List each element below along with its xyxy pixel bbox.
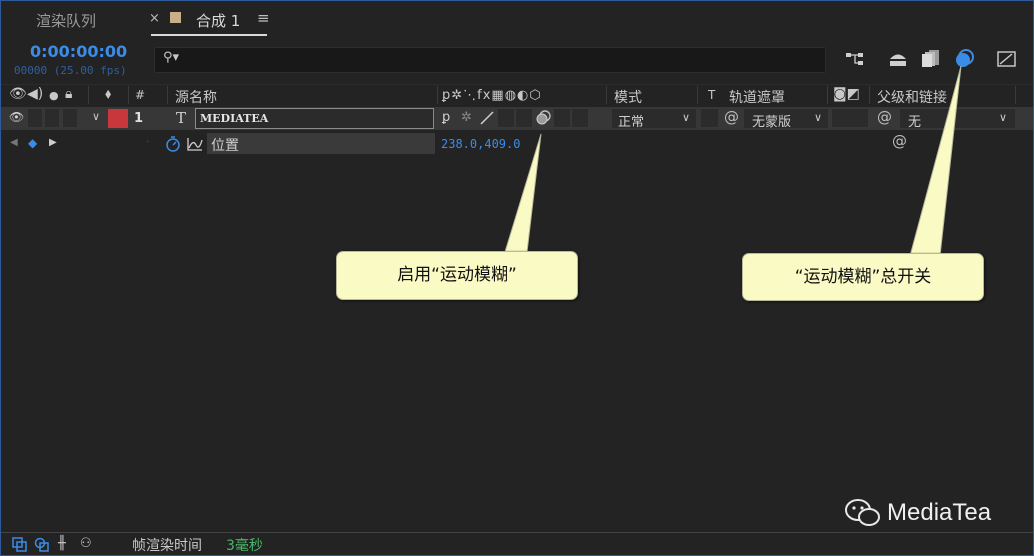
wechat-logo-icon <box>845 499 880 526</box>
callout-enable-motion-blur: 启用“运动模糊” <box>336 251 578 300</box>
frame-render-label: 帧渲染时间 <box>132 538 202 554</box>
frame-render-value: 3毫秒 <box>226 538 263 554</box>
toggle-transfer-controls-icon[interactable] <box>34 537 50 553</box>
render-time-icon[interactable]: ⚇ <box>80 536 92 551</box>
watermark-text: MediaTea <box>887 499 992 526</box>
toggle-switches-icon[interactable] <box>12 537 28 553</box>
toggle-in-out-icon[interactable]: ╫ <box>58 536 66 551</box>
callout-motion-blur-master: “运动模糊”总开关 <box>742 253 984 301</box>
